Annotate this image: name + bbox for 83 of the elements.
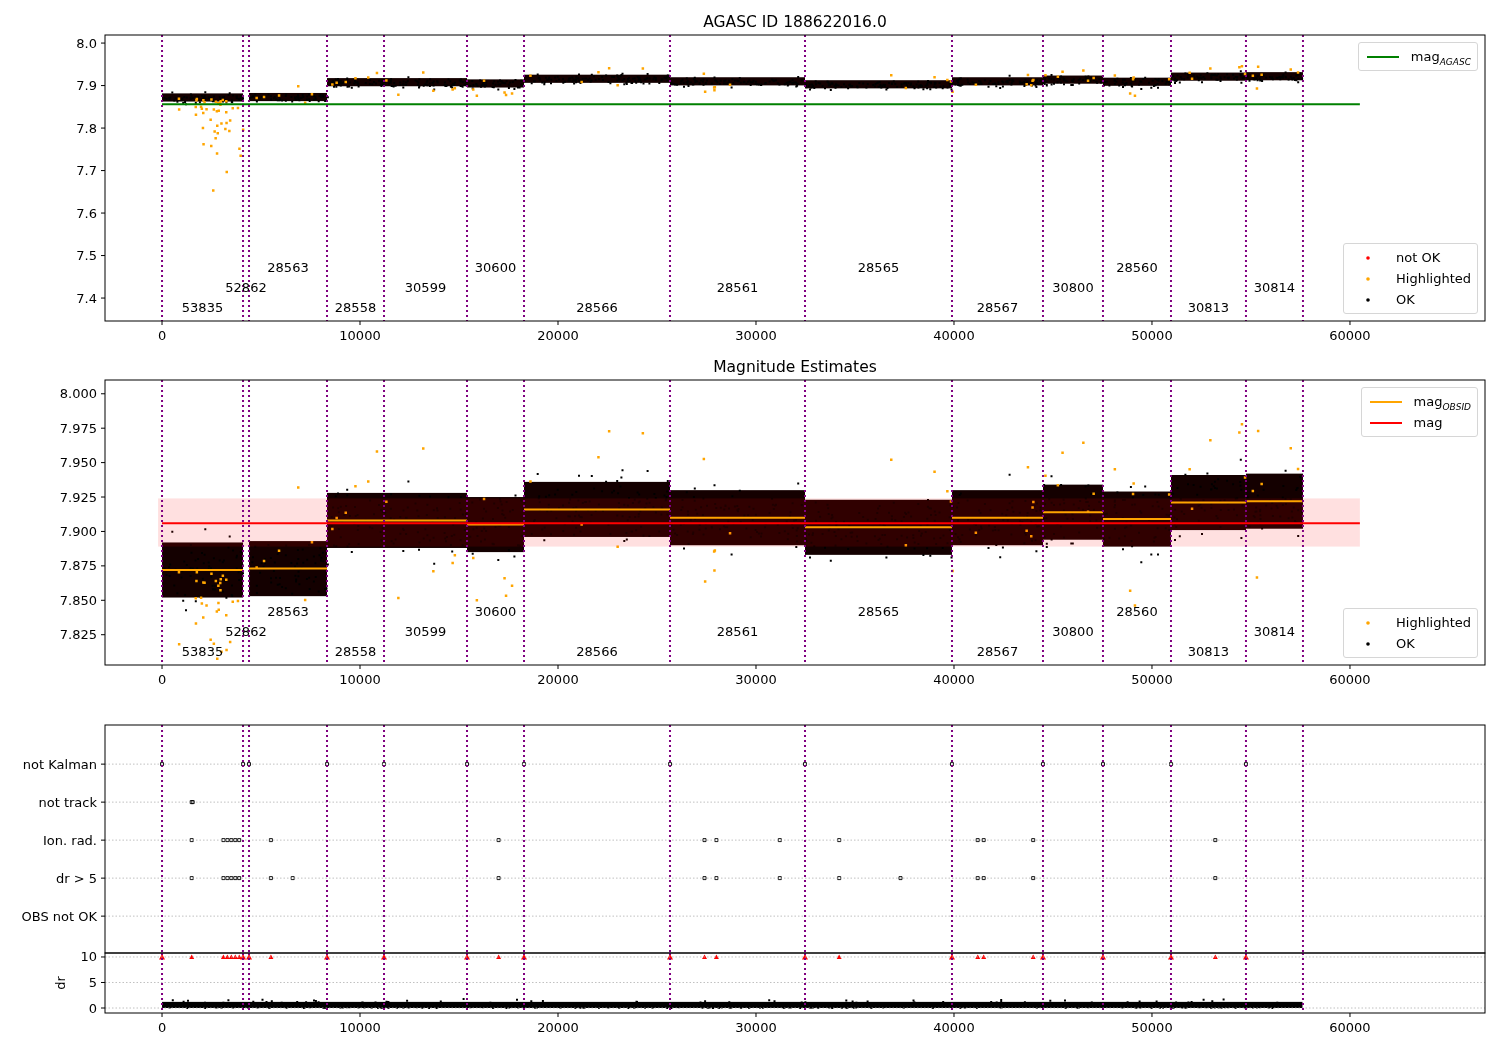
obsid-label: 28565 bbox=[857, 259, 900, 275]
obsid-label: 30814 bbox=[1253, 623, 1296, 639]
tick-label: 60000 bbox=[1329, 328, 1371, 343]
obsid-label: 30800 bbox=[1052, 623, 1094, 639]
obsid-label: 28563 bbox=[267, 603, 309, 619]
obsid-label: 30800 bbox=[1052, 279, 1094, 295]
obsid-label: 30600 bbox=[474, 259, 517, 275]
legend-label: not OK bbox=[1396, 249, 1441, 267]
tick-label: 20000 bbox=[537, 1020, 579, 1035]
obsid-label: 30813 bbox=[1187, 643, 1230, 659]
tick-label: 7.5 bbox=[76, 248, 97, 264]
obsid-label: 52862 bbox=[225, 623, 267, 639]
legend-label: OK bbox=[1396, 635, 1415, 653]
tick-label: 10 bbox=[80, 949, 97, 965]
axis-label: dr bbox=[53, 976, 68, 990]
obsid-label: 28558 bbox=[334, 643, 377, 659]
tick-label: 0 bbox=[157, 1020, 167, 1035]
obsid-label: 28561 bbox=[716, 623, 759, 639]
obsid-label: 28560 bbox=[1116, 259, 1158, 275]
legend-label: mag$_{AGASC}$ bbox=[1410, 48, 1471, 67]
tick-label: 40000 bbox=[933, 672, 975, 687]
category-label: not track bbox=[38, 794, 97, 810]
tick-label: 0 bbox=[88, 1000, 97, 1016]
tick-label: 8.000 bbox=[59, 386, 97, 402]
tick-label: 7.975 bbox=[59, 420, 97, 436]
obsid-label: 28561 bbox=[716, 279, 759, 295]
category-label: Ion. rad. bbox=[43, 832, 97, 848]
tick-label: 30000 bbox=[735, 328, 777, 343]
tick-label: 7.950 bbox=[59, 455, 97, 471]
obsid-label: 53835 bbox=[181, 643, 224, 659]
tick-label: 10000 bbox=[339, 672, 381, 687]
legend-label: mag bbox=[1413, 414, 1443, 432]
obsid-label: 30599 bbox=[404, 279, 447, 295]
tick-label: 60000 bbox=[1329, 672, 1371, 687]
obsid-label: 30814 bbox=[1253, 279, 1296, 295]
legend-label: Highlighted bbox=[1396, 614, 1471, 632]
tick-label: 60000 bbox=[1329, 1020, 1371, 1035]
tick-label: 30000 bbox=[735, 1020, 777, 1035]
tick-label: 7.850 bbox=[59, 592, 97, 608]
tick-label: 5 bbox=[88, 975, 97, 990]
obsid-label: 28567 bbox=[976, 643, 1019, 659]
legend-label: OK bbox=[1396, 291, 1415, 309]
obsid-label: 28560 bbox=[1116, 603, 1158, 619]
tick-label: 8.0 bbox=[76, 35, 97, 51]
category-label: OBS not OK bbox=[21, 908, 97, 924]
chart-title: Magnitude Estimates bbox=[713, 358, 877, 376]
obsid-label: 52862 bbox=[225, 279, 267, 295]
tick-label: 10000 bbox=[339, 1020, 381, 1035]
tick-label: 50000 bbox=[1131, 672, 1173, 687]
obsid-label: 30813 bbox=[1187, 299, 1230, 315]
tick-label: 20000 bbox=[537, 328, 579, 343]
tick-label: 40000 bbox=[933, 328, 975, 343]
tick-label: 7.900 bbox=[59, 523, 97, 539]
obsid-label: 30600 bbox=[474, 603, 517, 619]
legend-label: Highlighted bbox=[1396, 270, 1471, 288]
tick-label: 7.6 bbox=[76, 205, 97, 221]
legend-label: mag$_{OBSID}$ bbox=[1413, 393, 1471, 412]
tick-label: 0 bbox=[157, 672, 167, 687]
tick-label: 7.825 bbox=[59, 627, 97, 643]
obsid-label: 28565 bbox=[857, 603, 900, 619]
tick-label: 40000 bbox=[933, 1020, 975, 1035]
obsid-label: 28567 bbox=[976, 299, 1019, 315]
obsid-label: 53835 bbox=[181, 299, 224, 315]
chart-title: AGASC ID 188622016.0 bbox=[703, 13, 887, 31]
tick-label: 0 bbox=[157, 328, 167, 343]
tick-label: 7.925 bbox=[59, 489, 97, 505]
tick-label: 7.7 bbox=[76, 163, 97, 179]
obsid-label: 30599 bbox=[404, 623, 447, 639]
tick-label: 20000 bbox=[537, 672, 579, 687]
tick-label: 50000 bbox=[1131, 328, 1173, 343]
tick-label: 10000 bbox=[339, 328, 381, 343]
obsid-label: 28563 bbox=[267, 259, 309, 275]
tick-label: 7.4 bbox=[76, 290, 97, 306]
tick-label: 50000 bbox=[1131, 1020, 1173, 1035]
category-label: dr > 5 bbox=[55, 870, 97, 886]
obsid-label: 28566 bbox=[576, 643, 618, 659]
tick-label: 7.875 bbox=[59, 558, 97, 574]
tick-label: 7.9 bbox=[76, 78, 97, 94]
category-label: not Kalman bbox=[22, 756, 97, 772]
tick-label: 30000 bbox=[735, 672, 777, 687]
tick-label: 7.8 bbox=[76, 120, 97, 136]
obsid-label: 28558 bbox=[334, 299, 377, 315]
obsid-label: 28566 bbox=[576, 299, 618, 315]
